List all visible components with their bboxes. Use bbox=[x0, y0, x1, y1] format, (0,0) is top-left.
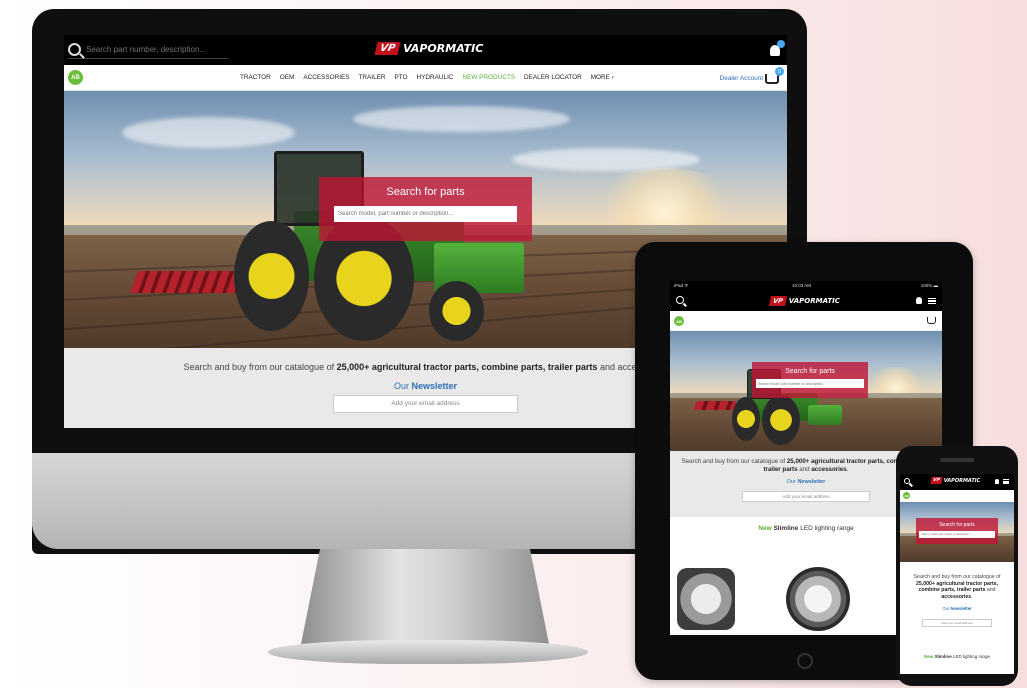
menu-icon[interactable] bbox=[928, 298, 936, 304]
notification-bell-icon[interactable] bbox=[916, 297, 922, 304]
square-led-light-product[interactable] bbox=[677, 568, 736, 630]
vapormatic-logo[interactable]: VP VAPORMATIC bbox=[374, 42, 484, 55]
logo-mark: VP bbox=[374, 42, 401, 55]
newsletter-email-input[interactable]: Add your email address bbox=[922, 619, 992, 627]
nav-item-more[interactable]: MORE › bbox=[591, 74, 614, 81]
cart-count: 0 bbox=[775, 67, 784, 76]
hero-search-box: Search for parts bbox=[319, 177, 532, 241]
hero-title: Search for parts bbox=[386, 186, 465, 198]
top-header: VP VAPORMATIC bbox=[64, 35, 787, 65]
nav-item-new-products[interactable]: NEW PRODUCTS bbox=[462, 74, 515, 81]
tablet-header: VP VAPORMATIC bbox=[670, 291, 942, 311]
nav-item-accessories[interactable]: ACCESSORIES bbox=[303, 74, 349, 81]
newsletter-heading: Our Newsletter bbox=[942, 606, 972, 611]
menu-icon[interactable] bbox=[1003, 479, 1009, 484]
hero-search-box: Search for parts bbox=[752, 362, 868, 398]
phone-speaker bbox=[940, 458, 974, 462]
cart-icon[interactable]: 0 bbox=[765, 67, 784, 84]
ipad-status-bar: iPad ᯤ 10:03 AM 100% ▬ bbox=[670, 281, 942, 291]
imac-stand-neck bbox=[300, 549, 550, 649]
ab-badge-icon[interactable]: AB bbox=[68, 70, 83, 85]
newsletter-email-input[interactable]: Add your email address bbox=[333, 395, 518, 413]
mobile-header: VP VAPORMATIC bbox=[900, 474, 1014, 490]
search-icon[interactable] bbox=[904, 478, 910, 484]
vapormatic-logo[interactable]: VP VAPORMATIC bbox=[768, 296, 840, 306]
ab-badge-icon[interactable]: AB bbox=[903, 492, 910, 499]
main-navigation: AB TRACTOR OEM ACCESSORIES TRAILER PTO H… bbox=[64, 65, 787, 91]
catalogue-text: Search and buy from our catalogue of 25,… bbox=[913, 574, 1001, 600]
ab-badge-icon[interactable]: AB bbox=[674, 316, 684, 326]
nav-item-tractor[interactable]: TRACTOR bbox=[240, 74, 271, 81]
hero-search-box: Search for parts bbox=[916, 518, 998, 544]
newsletter-email-input[interactable]: Add your email address bbox=[742, 491, 870, 502]
vapormatic-logo[interactable]: VP VAPORMATIC bbox=[930, 477, 980, 484]
search-input[interactable] bbox=[86, 45, 216, 54]
catalogue-info-section: Search and buy from our catalogue of 25,… bbox=[900, 574, 1014, 646]
lighting-range-heading: New Slimline LED lighting range bbox=[923, 654, 991, 659]
cart-icon[interactable] bbox=[927, 317, 936, 324]
nav-item-hydraulic[interactable]: HYDRAULIC bbox=[417, 74, 454, 81]
imac-stand-foot bbox=[268, 640, 588, 664]
search-icon[interactable] bbox=[676, 296, 684, 304]
logo-name: VAPORMATIC bbox=[403, 42, 484, 55]
nav-item-pto[interactable]: PTO bbox=[395, 74, 408, 81]
nav-item-trailer[interactable]: TRAILER bbox=[359, 74, 386, 81]
nav-item-oem[interactable]: OEM bbox=[280, 74, 295, 81]
nav-item-dealer-locator[interactable]: DEALER LOCATOR bbox=[524, 74, 582, 81]
ipad-home-button bbox=[797, 653, 813, 669]
mobile-nav: AB bbox=[900, 490, 1014, 502]
dealer-account-link[interactable]: Dealer Account bbox=[720, 75, 763, 82]
hero-search-input[interactable] bbox=[334, 206, 517, 222]
hero-search-input[interactable] bbox=[756, 379, 864, 388]
notification-bell-icon[interactable] bbox=[770, 40, 785, 56]
notification-bell-icon[interactable] bbox=[995, 479, 999, 484]
hero-search-input[interactable] bbox=[919, 531, 995, 538]
notification-dot bbox=[777, 40, 785, 48]
header-search[interactable] bbox=[68, 41, 228, 59]
tablet-nav: AB bbox=[670, 311, 942, 331]
mobile-website: VP VAPORMATIC AB Search for parts Search… bbox=[900, 474, 1014, 674]
nav-menu: TRACTOR OEM ACCESSORIES TRAILER PTO HYDR… bbox=[240, 74, 614, 81]
round-led-light-product[interactable] bbox=[785, 567, 850, 631]
search-icon[interactable] bbox=[68, 43, 81, 56]
